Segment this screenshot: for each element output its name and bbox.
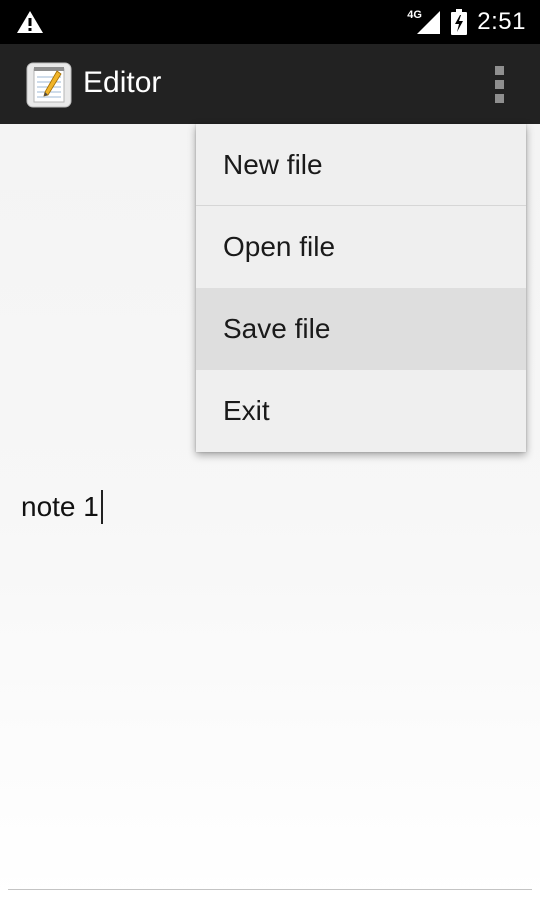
note-text: note 1 [21, 491, 99, 522]
text-field-underline [8, 889, 532, 890]
warning-icon [16, 9, 44, 35]
signal-icon: 4G [407, 9, 441, 35]
text-cursor [100, 490, 103, 524]
menu-item-label: Save file [223, 313, 331, 344]
overflow-menu: New file Open file Save file Exit [196, 124, 526, 452]
menu-item-new-file[interactable]: New file [196, 124, 526, 206]
notepad-icon[interactable] [26, 62, 72, 108]
overflow-menu-icon[interactable] [486, 64, 512, 104]
battery-charging-icon [451, 9, 468, 35]
action-bar: Editor [0, 44, 540, 124]
status-clock: 2:51 [477, 8, 526, 35]
note-text-field[interactable]: note 1 [21, 490, 103, 524]
menu-item-exit[interactable]: Exit [196, 370, 526, 452]
menu-item-save-file[interactable]: Save file [196, 288, 526, 370]
menu-item-label: Open file [223, 231, 336, 262]
menu-item-label: New file [223, 148, 323, 180]
app-title: Editor [83, 66, 162, 99]
menu-item-label: Exit [223, 395, 270, 426]
status-bar: 4G 2:51 [0, 0, 540, 44]
menu-item-open-file[interactable]: Open file [196, 206, 526, 288]
